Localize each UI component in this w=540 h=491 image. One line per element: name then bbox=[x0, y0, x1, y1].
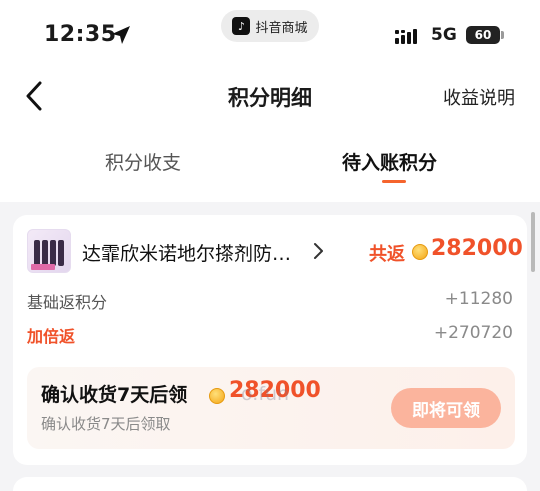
nav-bar: 积分明细 收益说明 bbox=[0, 70, 540, 122]
status-bar: 12:35 ♪ 抖音商城 5G 60 bbox=[0, 0, 540, 70]
app-pill[interactable]: ♪ 抖音商城 bbox=[221, 10, 319, 42]
douyin-mall-logo-icon: ♪ bbox=[232, 17, 251, 35]
active-tab-indicator bbox=[382, 180, 406, 183]
coin-icon bbox=[209, 388, 225, 404]
confirm-title: 确认收货7天后领 bbox=[41, 384, 188, 406]
coin-icon bbox=[412, 244, 428, 260]
network-type: 5G bbox=[431, 25, 457, 45]
tab-points-ledger[interactable]: 积分收支 bbox=[105, 148, 181, 175]
base-points-label: 基础返积分 bbox=[27, 293, 108, 312]
confirm-receipt-panel: 确认收货7天后领 282000 o.fun 确认收货7天后领取 即将可领 bbox=[27, 367, 515, 449]
product-thumbnail[interactable] bbox=[27, 229, 71, 273]
product-name[interactable]: 达霏欣米诺地尔搽剂防… bbox=[82, 239, 291, 266]
total-return-label: 共返 bbox=[369, 244, 405, 265]
earnings-explanation-link[interactable]: 收益说明 bbox=[443, 84, 515, 110]
scrollbar[interactable] bbox=[531, 212, 535, 272]
next-order-card[interactable] bbox=[13, 477, 527, 491]
signal-icon bbox=[395, 29, 417, 44]
total-return-value: 282000 bbox=[431, 236, 523, 261]
battery-tip bbox=[501, 31, 504, 39]
confirm-subtitle: 确认收货7天后领取 bbox=[41, 415, 171, 433]
tab-pending-points[interactable]: 待入账积分 bbox=[342, 148, 437, 175]
status-time: 12:35 bbox=[44, 22, 117, 47]
base-points-value: +11280 bbox=[444, 289, 513, 309]
watermark: o.fun bbox=[241, 383, 290, 405]
double-return-value: +270720 bbox=[433, 323, 513, 343]
double-return-label: 加倍返 bbox=[27, 327, 76, 346]
tab-bar: 积分收支 待入账积分 bbox=[0, 140, 540, 190]
chevron-right-icon[interactable] bbox=[312, 242, 324, 260]
battery-icon: 60 bbox=[466, 26, 500, 44]
order-card[interactable]: 达霏欣米诺地尔搽剂防… 共返 282000 基础返积分 +11280 加倍返 +… bbox=[13, 215, 527, 465]
app-pill-label: 抖音商城 bbox=[255, 20, 308, 36]
claim-soon-button[interactable]: 即将可领 bbox=[391, 388, 501, 428]
location-arrow-icon bbox=[112, 26, 130, 44]
